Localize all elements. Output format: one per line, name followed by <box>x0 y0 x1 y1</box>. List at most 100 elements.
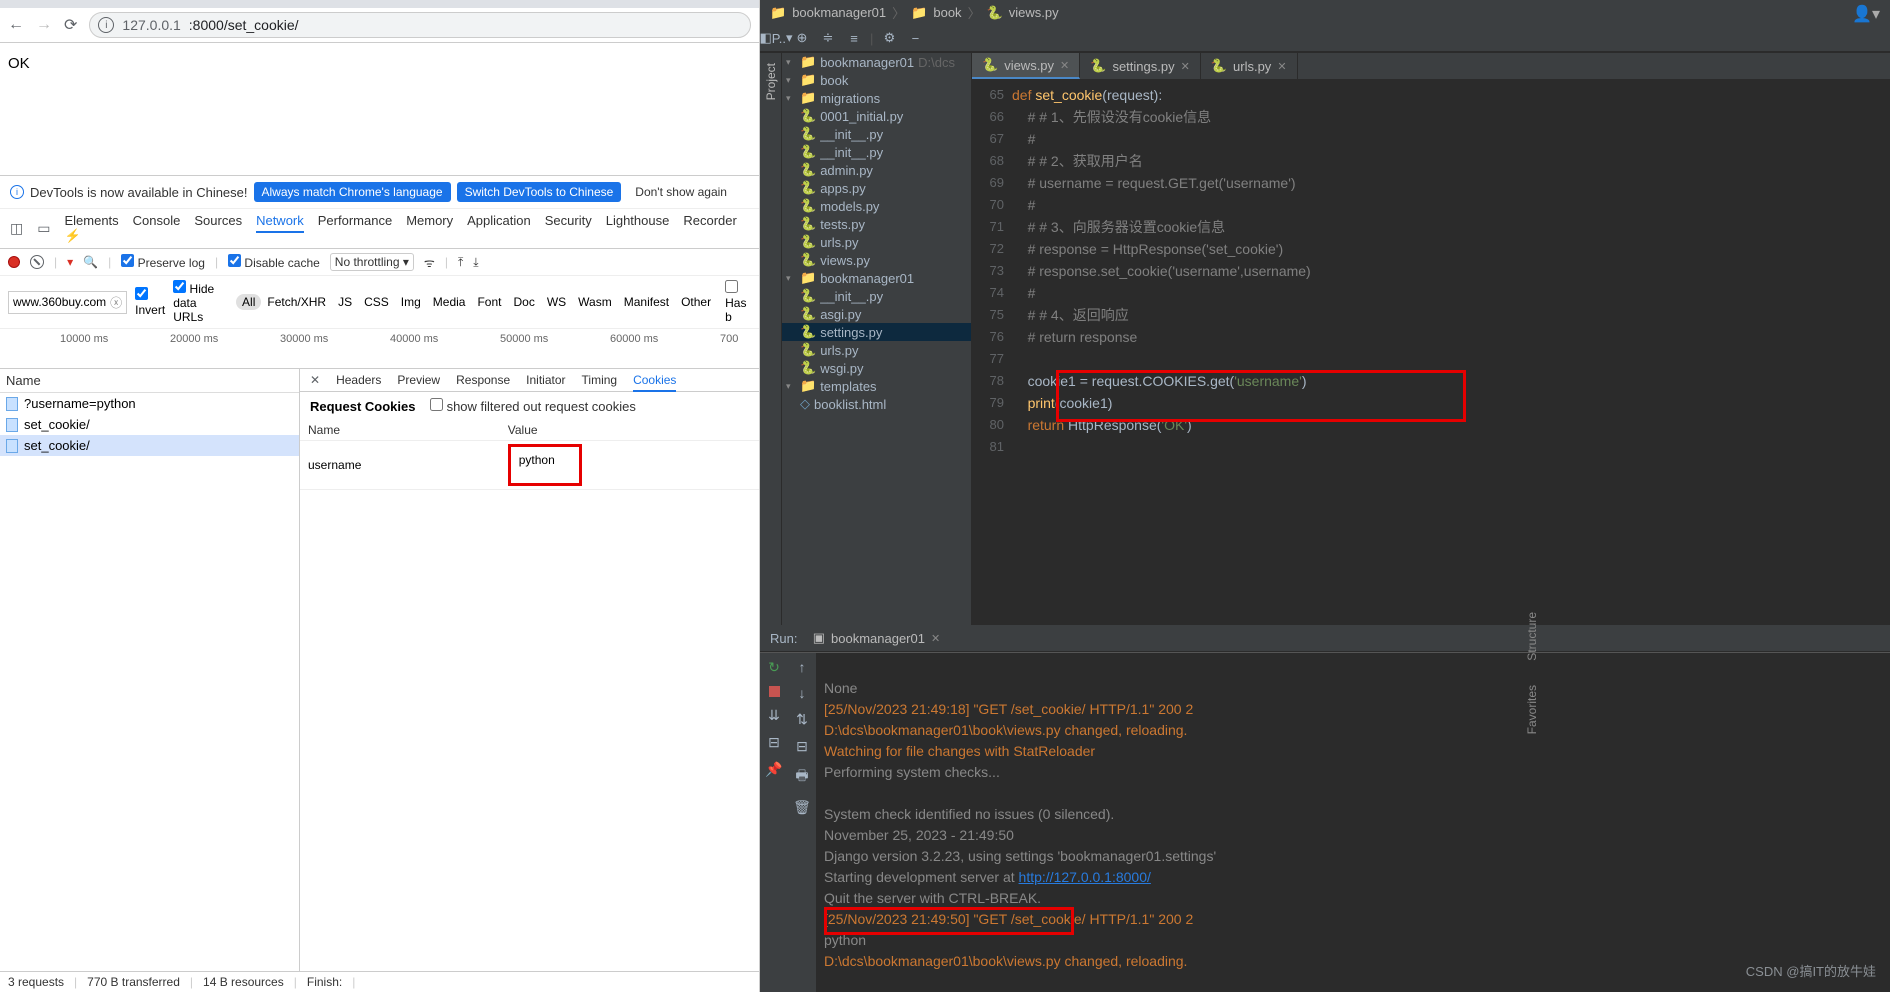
filter-media[interactable]: Media <box>427 294 472 310</box>
tree-node[interactable]: ▾📁bookmanager01 D:\dcs <box>782 53 971 71</box>
devtools-tab-console[interactable]: Console <box>133 210 181 231</box>
project-dropdown[interactable]: ◧ P..▾ <box>766 28 786 48</box>
inspect-icon[interactable]: ◫ <box>10 220 23 237</box>
pin-icon[interactable]: 📌 <box>765 761 782 778</box>
filter-fetch/xhr[interactable]: Fetch/XHR <box>261 294 332 310</box>
run-output[interactable]: None [25/Nov/2023 21:49:18] "GET /set_co… <box>816 653 1890 992</box>
filter-other[interactable]: Other <box>675 294 717 310</box>
request-row[interactable]: set_cookie/ <box>0 414 299 435</box>
detail-tab-timing[interactable]: Timing <box>582 370 618 390</box>
user-menu-icon[interactable]: 👤▾ <box>1852 4 1880 24</box>
close-icon[interactable]: ✕ <box>1181 60 1190 73</box>
upload-icon[interactable]: ⤒ <box>458 255 463 270</box>
filter-css[interactable]: CSS <box>358 294 395 310</box>
scroll-icon[interactable]: ⊟ <box>796 738 808 755</box>
filter-icon[interactable]: ▾ <box>67 255 73 269</box>
request-row[interactable]: ?username=python <box>0 393 299 414</box>
up-icon[interactable]: ↑ <box>799 659 806 675</box>
editor-tab[interactable]: 🐍urls.py✕ <box>1201 53 1298 79</box>
stop-button[interactable] <box>769 686 780 697</box>
show-filtered-checkbox[interactable]: show filtered out request cookies <box>430 399 636 414</box>
disable-cache[interactable]: Disable cache <box>228 254 320 270</box>
switch-chinese-button[interactable]: Switch DevTools to Chinese <box>457 182 622 202</box>
back-button[interactable]: ← <box>8 16 24 34</box>
invert-checkbox[interactable]: Invert <box>135 287 165 317</box>
trash-icon[interactable]: 🗑 <box>793 799 811 816</box>
tree-node[interactable]: 🐍models.py <box>782 197 971 215</box>
expand-icon[interactable]: ≑ <box>818 28 838 48</box>
structure-tool[interactable]: Structure <box>1522 600 1542 673</box>
code-editor[interactable]: def set_cookie(request): # # 1、先假设没有cook… <box>1012 80 1311 625</box>
run-tab[interactable]: ▣ bookmanager01 ✕ <box>805 628 948 648</box>
print-icon[interactable]: 🖶 <box>795 765 808 789</box>
rerun-button[interactable]: ↻ <box>768 659 780 676</box>
detail-tab-headers[interactable]: Headers <box>336 370 381 390</box>
download-icon[interactable]: ⤓ <box>473 255 478 270</box>
filter-js[interactable]: JS <box>332 294 358 310</box>
filter-wasm[interactable]: Wasm <box>572 294 618 310</box>
close-icon[interactable]: ✕ <box>1277 60 1286 73</box>
match-language-button[interactable]: Always match Chrome's language <box>254 182 451 202</box>
tree-node[interactable]: 🐍tests.py <box>782 215 971 233</box>
hide-urls-checkbox[interactable]: Hide data URLs <box>173 280 228 324</box>
hide-icon[interactable]: − <box>905 28 925 48</box>
tree-node[interactable]: ▾📁migrations <box>782 89 971 107</box>
detail-tab-response[interactable]: Response <box>456 370 510 390</box>
filter-input[interactable]: www.360buy.comⓧ <box>8 291 127 314</box>
close-detail-button[interactable]: ✕ <box>310 373 320 387</box>
tree-node[interactable]: 🐍admin.py <box>782 161 971 179</box>
devtools-tab-network[interactable]: Network <box>256 210 304 233</box>
tree-node[interactable]: 🐍views.py <box>782 251 971 269</box>
devtools-tab-lighthouse[interactable]: Lighthouse <box>606 210 670 231</box>
project-tree[interactable]: ▾📁bookmanager01 D:\dcs▾📁book▾📁migrations… <box>782 53 972 625</box>
layout-icon[interactable]: ⊟ <box>768 734 780 751</box>
filter-ws[interactable]: WS <box>541 294 572 310</box>
tree-node[interactable]: 🐍0001_initial.py <box>782 107 971 125</box>
dont-show-button[interactable]: Don't show again <box>627 182 735 202</box>
preserve-log[interactable]: Preserve log <box>121 254 205 270</box>
tree-node[interactable]: 🐍wsgi.py <box>782 359 971 377</box>
filter-font[interactable]: Font <box>471 294 507 310</box>
editor-tab[interactable]: 🐍views.py✕ <box>972 53 1080 79</box>
reload-button[interactable]: ⟳ <box>64 15 77 35</box>
pause-icon[interactable]: ⇊ <box>768 707 780 724</box>
network-timeline[interactable]: 10000 ms20000 ms30000 ms40000 ms50000 ms… <box>0 329 759 369</box>
url-bar[interactable]: i 127.0.0.1 :8000/set_cookie/ <box>89 12 751 38</box>
tree-node[interactable]: ▾📁bookmanager01 <box>782 269 971 287</box>
target-icon[interactable]: ⊕ <box>792 28 812 48</box>
table-row[interactable]: username python <box>300 441 759 490</box>
project-tool-strip[interactable]: Project <box>760 53 782 625</box>
tree-node[interactable]: ◇booklist.html <box>782 395 971 413</box>
filter-doc[interactable]: Doc <box>507 294 540 310</box>
tree-node[interactable]: 🐍asgi.py <box>782 305 971 323</box>
collapse-icon[interactable]: ≡ <box>844 28 864 48</box>
detail-tab-cookies[interactable]: Cookies <box>633 370 676 392</box>
devtools-tab-performance[interactable]: Performance <box>318 210 392 231</box>
tree-node[interactable]: 🐍urls.py <box>782 341 971 359</box>
detail-tab-initiator[interactable]: Initiator <box>526 370 565 390</box>
tree-node[interactable]: 🐍urls.py <box>782 233 971 251</box>
down-icon[interactable]: ↓ <box>799 685 806 701</box>
throttle-select[interactable]: No throttling ▾ <box>330 253 414 271</box>
devtools-tab-security[interactable]: Security <box>545 210 592 231</box>
devtools-tab-memory[interactable]: Memory <box>406 210 453 231</box>
editor-tab[interactable]: 🐍settings.py✕ <box>1080 53 1201 79</box>
filter-all[interactable]: All <box>236 294 261 310</box>
close-icon[interactable]: ✕ <box>1060 59 1069 72</box>
tree-node[interactable]: 🐍__init__.py <box>782 143 971 161</box>
search-icon[interactable]: 🔍 <box>83 255 98 269</box>
tree-node[interactable]: ▾📁book <box>782 71 971 89</box>
favorites-tool[interactable]: Favorites <box>1522 673 1542 746</box>
tree-node[interactable]: 🐍apps.py <box>782 179 971 197</box>
clear-button[interactable] <box>30 255 44 269</box>
filter-manifest[interactable]: Manifest <box>618 294 675 310</box>
device-icon[interactable]: ▭ <box>37 220 50 237</box>
devtools-tab-application[interactable]: Application <box>467 210 531 231</box>
blocked-checkbox[interactable]: Has b <box>725 280 751 324</box>
wifi-icon[interactable]: ᯤ <box>424 254 435 271</box>
wrap-icon[interactable]: ⇅ <box>796 711 808 728</box>
detail-tab-preview[interactable]: Preview <box>397 370 440 390</box>
site-info-icon[interactable]: i <box>98 17 114 33</box>
forward-button[interactable]: → <box>36 16 52 34</box>
tree-node[interactable]: 🐍__init__.py <box>782 125 971 143</box>
